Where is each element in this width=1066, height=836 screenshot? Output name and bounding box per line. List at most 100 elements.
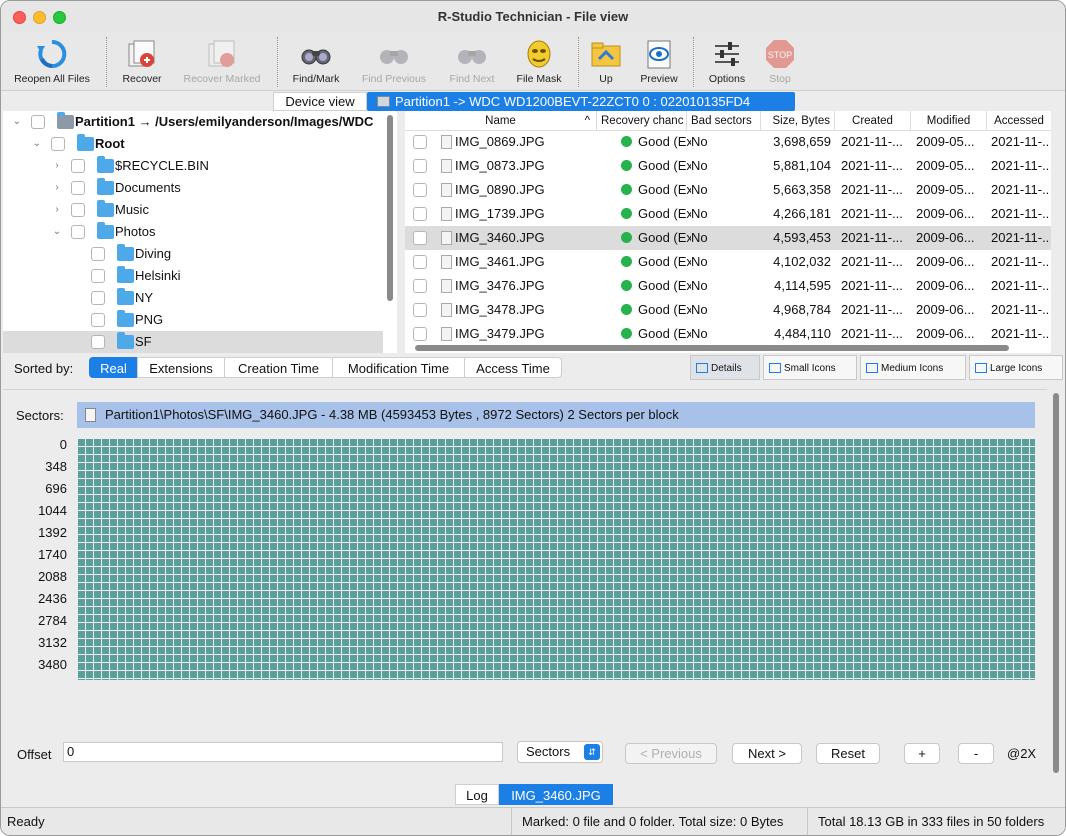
offset-input[interactable]: 0	[63, 742, 503, 762]
recover-marked-button[interactable]: Recover Marked	[177, 33, 267, 91]
tree-item-root[interactable]: ⌄ Root	[3, 133, 383, 155]
preview-button[interactable]: Preview	[633, 33, 685, 91]
close-window-button[interactable]	[13, 11, 26, 24]
find-previous-button[interactable]: Find Previous	[353, 33, 435, 91]
find-mark-button[interactable]: Find/Mark	[285, 33, 347, 91]
file-row[interactable]: IMG_1739.JPG Good (Exi No 4,266,181 2021-11-…	[405, 202, 1051, 226]
sector-block-grid[interactable]	[77, 438, 1035, 680]
up-button[interactable]: Up	[585, 33, 627, 91]
file-mask-button[interactable]: File Mask	[509, 33, 569, 91]
sort-real[interactable]: Real	[89, 357, 137, 378]
column-modified[interactable]: Modified	[911, 111, 987, 131]
column-bad-sectors[interactable]: Bad sectors	[687, 111, 761, 131]
tree-checkbox[interactable]	[91, 291, 105, 305]
tree-checkbox[interactable]	[71, 225, 85, 239]
file-row[interactable]: IMG_0890.JPG Good (Exi No 5,663,358 2021-11-…	[405, 178, 1051, 202]
chevron-updown-icon: ⇵	[584, 744, 600, 760]
unit-select[interactable]: Sectors ⇵	[517, 741, 603, 763]
file-row[interactable]: IMG_3479.JPG Good (Exi No 4,484,110 2021-11-…	[405, 322, 1051, 346]
column-recovery[interactable]: Recovery chanc	[597, 111, 687, 131]
view-details-button[interactable]: Details	[690, 355, 760, 380]
file-checkbox[interactable]	[413, 183, 427, 197]
file-row[interactable]: IMG_3461.JPG Good (Exi No 4,102,032 2021-11-…	[405, 250, 1051, 274]
recover-button[interactable]: Recover	[113, 33, 171, 91]
window-title: R-Studio Technician - File view	[437, 9, 629, 24]
file-checkbox[interactable]	[413, 279, 427, 293]
file-row[interactable]: IMG_3478.JPG Good (Exi No 4,968,784 2021-11-…	[405, 298, 1051, 322]
tree-item-recycle-bin[interactable]: › $RECYCLE.BIN	[3, 155, 383, 177]
stop-button[interactable]: STOP Stop	[757, 33, 803, 91]
tree-checkbox[interactable]	[91, 269, 105, 283]
file-row[interactable]: IMG_3460.JPG Good (Exi No 4,593,453 2021-11-…	[405, 226, 1051, 250]
tab-partition[interactable]: Partition1 -> WDC WD1200BEVT-22ZCT0 0 : …	[367, 92, 795, 111]
file-checkbox[interactable]	[413, 327, 427, 341]
tree-item-partition[interactable]: ⌄ Partition1 → /Users/emilyanderson/Imag…	[3, 111, 383, 133]
tree-checkbox[interactable]	[71, 181, 85, 195]
tree-item-helsinki[interactable]: Helsinki	[3, 265, 383, 287]
file-checkbox[interactable]	[413, 255, 427, 269]
tree-checkbox[interactable]	[91, 247, 105, 261]
cell-name: IMG_3478.JPG	[455, 302, 545, 317]
view-label: Medium Icons	[881, 363, 944, 374]
file-checkbox[interactable]	[413, 303, 427, 317]
tree-scrollbar[interactable]	[387, 115, 393, 301]
column-name[interactable]: Name ^	[405, 111, 597, 131]
chevron-right-icon[interactable]: ›	[51, 177, 63, 199]
column-created[interactable]: Created	[835, 111, 911, 131]
chevron-down-icon[interactable]: ⌄	[51, 221, 63, 243]
file-checkbox[interactable]	[413, 207, 427, 221]
sort-extensions[interactable]: Extensions	[137, 357, 224, 378]
view-small-icons-button[interactable]: Small Icons	[763, 355, 857, 380]
tree-item-music[interactable]: › Music	[3, 199, 383, 221]
sort-access-time[interactable]: Access Time	[464, 357, 562, 378]
file-row[interactable]: IMG_0869.JPG Good (Exi No 3,698,659 2021-11-…	[405, 130, 1051, 154]
tree-checkbox[interactable]	[71, 203, 85, 217]
file-icon	[441, 255, 452, 269]
file-checkbox[interactable]	[413, 135, 427, 149]
reopen-all-files-button[interactable]: Reopen All Files	[7, 33, 97, 91]
file-checkbox[interactable]	[413, 159, 427, 173]
tab-device-view[interactable]: Device view	[273, 92, 367, 111]
sorted-by-label: Sorted by:	[14, 361, 74, 376]
tree-item-png[interactable]: PNG	[3, 309, 383, 331]
zoom-in-button[interactable]: +	[904, 743, 940, 764]
tree-checkbox[interactable]	[51, 137, 65, 151]
file-list-hscrollbar[interactable]	[415, 345, 1009, 351]
options-button[interactable]: Options	[701, 33, 753, 91]
column-accessed[interactable]: Accessed	[987, 111, 1051, 131]
previous-button[interactable]: < Previous	[625, 743, 717, 764]
tree-item-sf[interactable]: SF	[3, 331, 383, 353]
file-row[interactable]: IMG_0873.JPG Good (Exi No 5,881,104 2021-11-…	[405, 154, 1051, 178]
view-large-icons-button[interactable]: Large Icons	[969, 355, 1063, 380]
chevron-right-icon[interactable]: ›	[51, 155, 63, 177]
tree-item-photos[interactable]: ⌄ Photos	[3, 221, 383, 243]
zoom-out-button[interactable]: -	[958, 743, 994, 764]
tree-checkbox[interactable]	[31, 115, 45, 129]
file-checkbox[interactable]	[413, 231, 427, 245]
tree-item-ny[interactable]: NY	[3, 287, 383, 309]
view-medium-icons-button[interactable]: Medium Icons	[860, 355, 966, 380]
tree-item-diving[interactable]: Diving	[3, 243, 383, 265]
minimize-window-button[interactable]	[33, 11, 46, 24]
next-button[interactable]: Next >	[732, 743, 802, 764]
view-label: Details	[711, 363, 742, 374]
chevron-right-icon[interactable]: ›	[51, 199, 63, 221]
sector-panel-scrollbar[interactable]	[1053, 393, 1059, 773]
file-row[interactable]: IMG_3476.JPG Good (Exi No 4,114,595 2021-11-…	[405, 274, 1051, 298]
tab-file-view[interactable]: IMG_3460.JPG	[499, 784, 613, 805]
tree-checkbox[interactable]	[91, 313, 105, 327]
sort-modification-time[interactable]: Modification Time	[332, 357, 464, 378]
cell-created: 2021-11-...	[841, 182, 903, 197]
chevron-down-icon[interactable]: ⌄	[31, 133, 43, 155]
reset-button[interactable]: Reset	[816, 743, 880, 764]
tree-checkbox[interactable]	[91, 335, 105, 349]
sort-creation-time[interactable]: Creation Time	[224, 357, 332, 378]
tree-item-documents[interactable]: › Documents	[3, 177, 383, 199]
chevron-down-icon[interactable]: ⌄	[11, 111, 23, 133]
column-size[interactable]: Size, Bytes	[761, 111, 835, 131]
cell-name: IMG_0890.JPG	[455, 182, 545, 197]
tree-checkbox[interactable]	[71, 159, 85, 173]
tab-log[interactable]: Log	[455, 784, 499, 805]
zoom-window-button[interactable]	[53, 11, 66, 24]
find-next-button[interactable]: Find Next	[441, 33, 503, 91]
